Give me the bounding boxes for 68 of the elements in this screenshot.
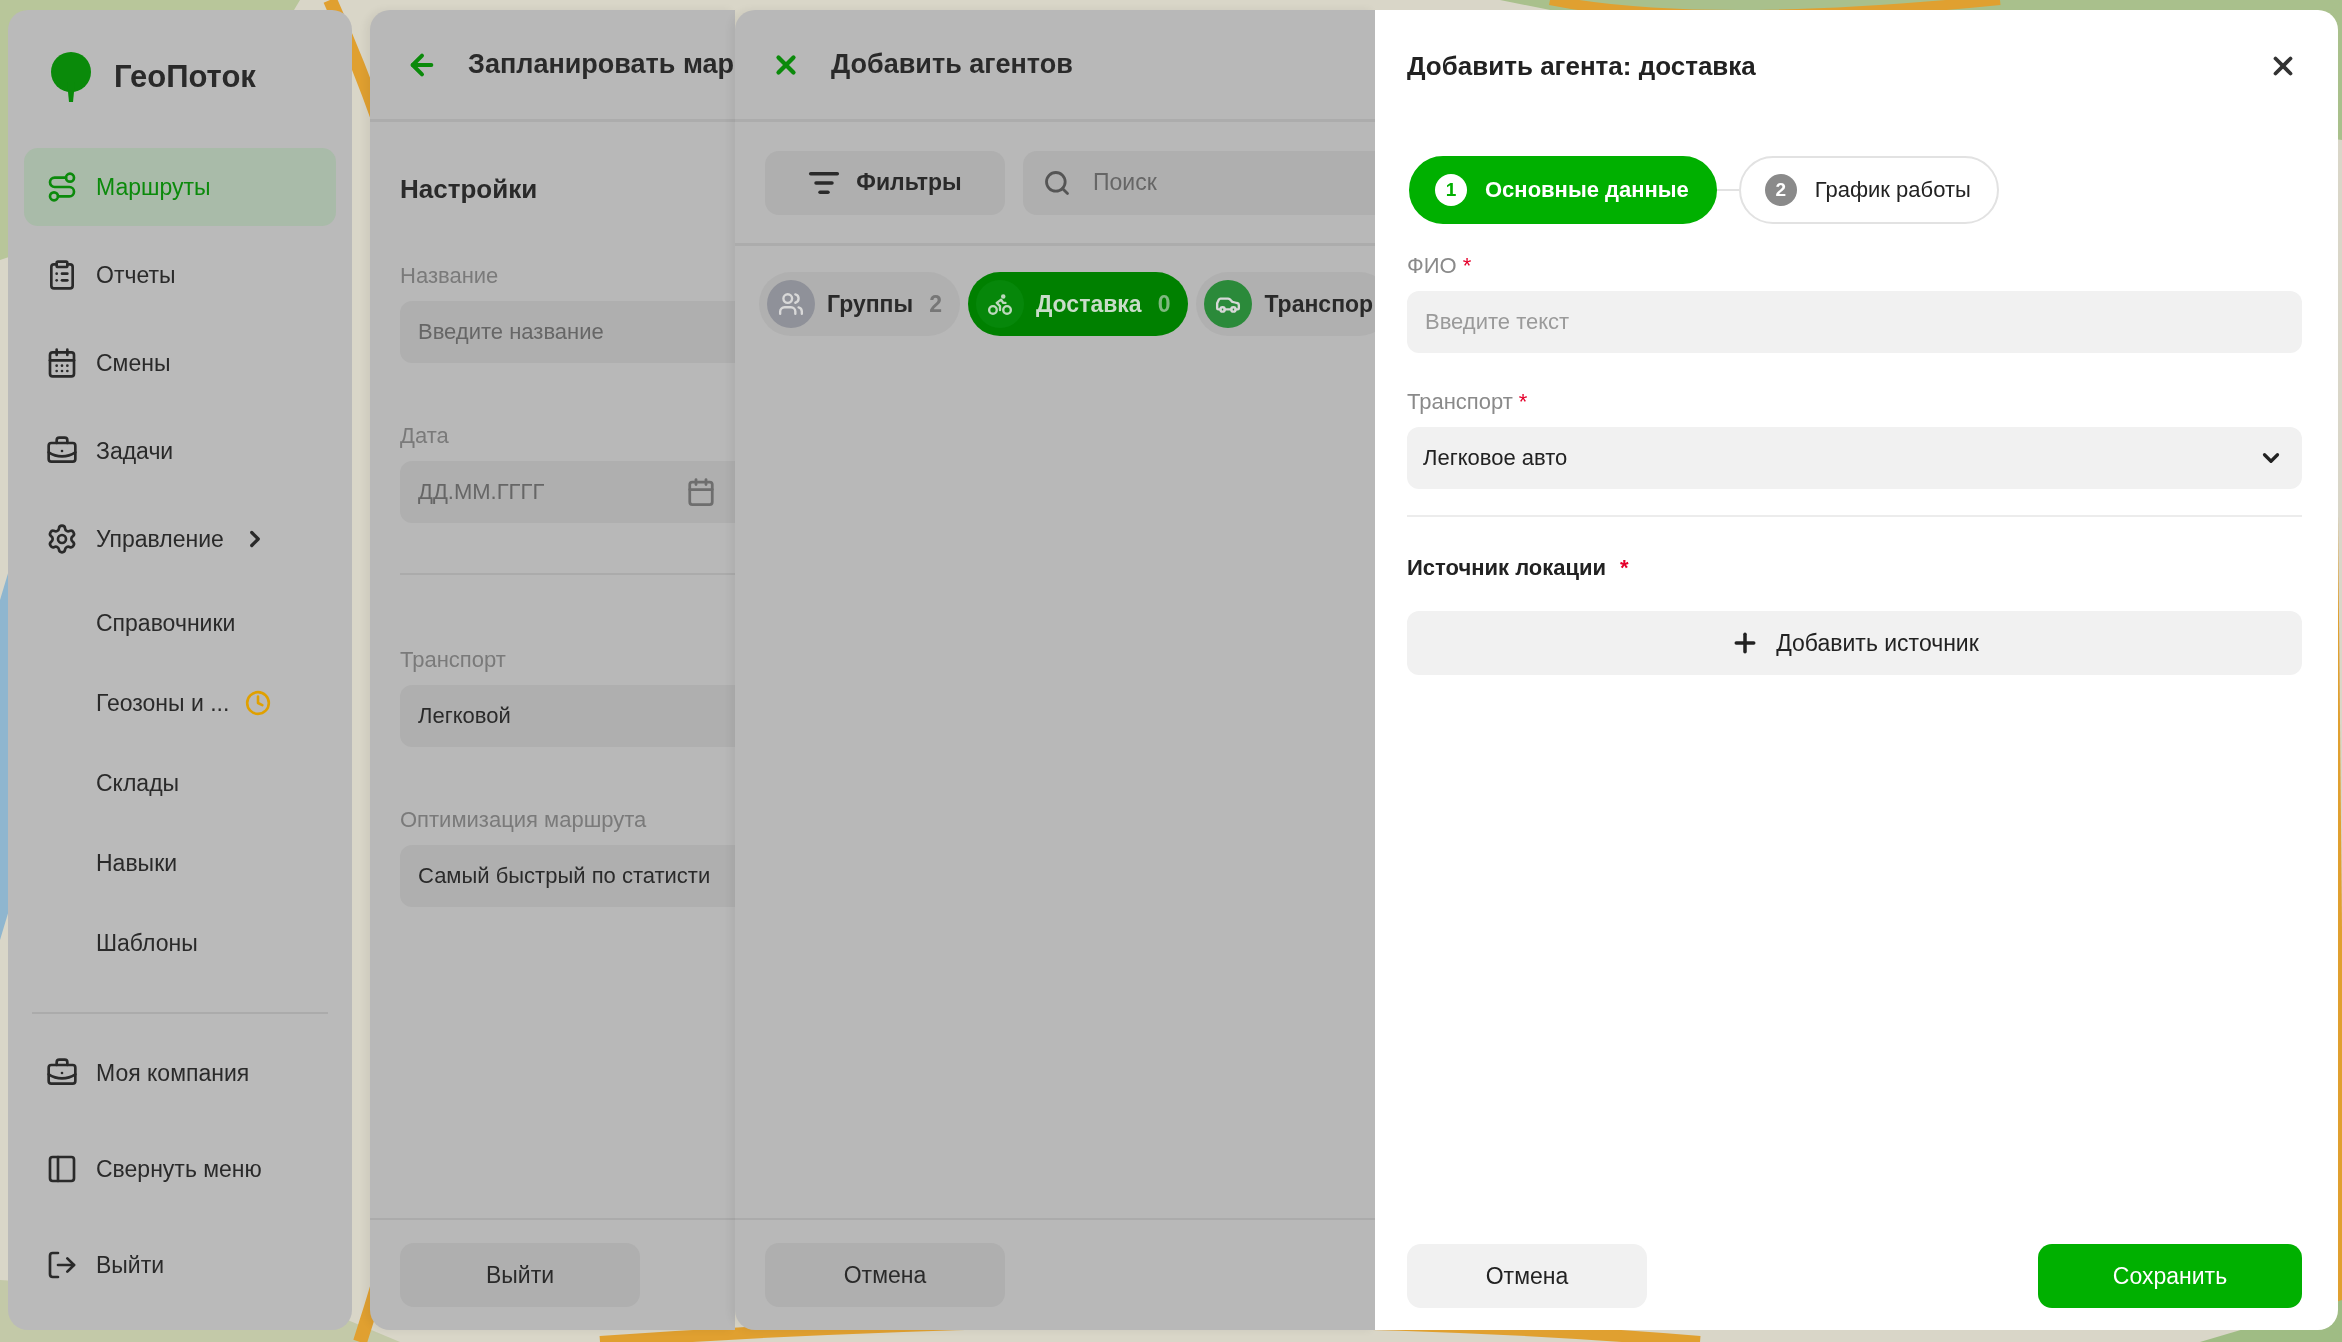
nav-label: Управление xyxy=(96,525,224,553)
nav-label: Задачи xyxy=(96,437,174,465)
search-icon xyxy=(1043,168,1071,197)
chip-label: Доставка xyxy=(1035,290,1142,318)
nav-item[interactable]: Моя компания xyxy=(24,1030,336,1116)
nav-label: Смены xyxy=(96,349,171,377)
nav-item[interactable]: Отчеты xyxy=(24,236,336,314)
section-label: Источник локации xyxy=(1407,555,1607,581)
field-label: Дата xyxy=(400,423,450,449)
category-chip[interactable]: Транспор xyxy=(1196,272,1375,336)
input-field[interactable]: Введите текст xyxy=(1407,291,2302,353)
nav-label: Навыки xyxy=(96,849,178,877)
nav-label: Маршруты xyxy=(96,173,211,201)
nav-item[interactable]: Шаблоны xyxy=(24,908,336,978)
category-chip[interactable]: Группы 2 xyxy=(759,272,960,336)
chip-count: 0 xyxy=(1157,290,1171,318)
cancel-button[interactable]: Отмена xyxy=(765,1243,1005,1307)
chip-label: Группы xyxy=(827,290,914,318)
nav-label: Геозоны и ... xyxy=(96,689,230,717)
section-title: Настройки xyxy=(400,174,539,205)
nav-item[interactable]: Выйти xyxy=(24,1222,336,1308)
nav-label: Шаблоны xyxy=(96,929,198,957)
field-label: Транспорт xyxy=(400,647,507,673)
nav-item[interactable]: Геозоны и ... xyxy=(24,668,336,738)
chip-count: 2 xyxy=(929,290,942,318)
required-mark: * xyxy=(1620,555,1629,581)
logout-icon xyxy=(46,1249,78,1281)
nav-item[interactable]: Управление xyxy=(24,500,336,578)
settings-icon xyxy=(46,523,78,555)
nav-item[interactable]: Склады xyxy=(24,748,336,818)
step-tab[interactable]: 2 График работы xyxy=(1738,156,1999,224)
nav-label: Склады xyxy=(96,769,180,797)
nav-label: Свернуть меню xyxy=(96,1155,262,1183)
nav-label: Моя компания xyxy=(96,1059,250,1087)
bicycle-icon xyxy=(986,291,1013,317)
category-chip[interactable]: Доставка 0 xyxy=(967,272,1189,336)
cancel-button[interactable]: Отмена xyxy=(1407,1244,1647,1308)
field-label: ФИО xyxy=(1407,253,1457,279)
nav-item[interactable]: Смены xyxy=(24,324,336,402)
nav-item[interactable]: Задачи xyxy=(24,412,336,490)
nav-item[interactable]: Навыки xyxy=(24,828,336,898)
filters-button[interactable]: Фильтры xyxy=(765,150,1005,215)
select-field[interactable]: Легковой xyxy=(400,685,735,747)
calendar-icon xyxy=(686,477,716,507)
nav-label: Справочники xyxy=(96,609,236,637)
people-icon xyxy=(778,291,804,317)
nav-label: Отчеты xyxy=(96,261,176,289)
chip-label: Транспор xyxy=(1264,290,1374,318)
nav-item[interactable]: Свернуть меню xyxy=(24,1126,336,1212)
nav-label: Выйти xyxy=(96,1251,165,1279)
tree-logo-icon xyxy=(50,52,92,102)
required-mark: * xyxy=(1518,389,1528,415)
field-label: Оптимизация маршрута xyxy=(400,807,648,833)
required-mark: * xyxy=(1462,253,1472,279)
modal-title: Добавить агента: доставка xyxy=(1407,50,1756,82)
sidebar-panel-icon xyxy=(46,1153,78,1185)
field-label: Транспорт xyxy=(1407,389,1513,415)
route-icon xyxy=(46,171,78,203)
calendar-icon xyxy=(46,347,78,379)
add-source-button[interactable]: Добавить источник xyxy=(1407,611,2302,675)
exit-button[interactable]: Выйти xyxy=(400,1243,640,1307)
select-field[interactable]: Самый быстрый по статисти xyxy=(400,845,735,907)
nav-item[interactable]: Справочники xyxy=(24,588,336,658)
panel-title: Добавить агентов xyxy=(831,49,1073,80)
field-label: Название xyxy=(400,263,500,289)
app-name: ГеоПоток xyxy=(114,59,256,95)
select-field[interactable]: Легковое авто xyxy=(1407,427,2302,489)
panel-title: Запланировать мар xyxy=(468,49,734,80)
